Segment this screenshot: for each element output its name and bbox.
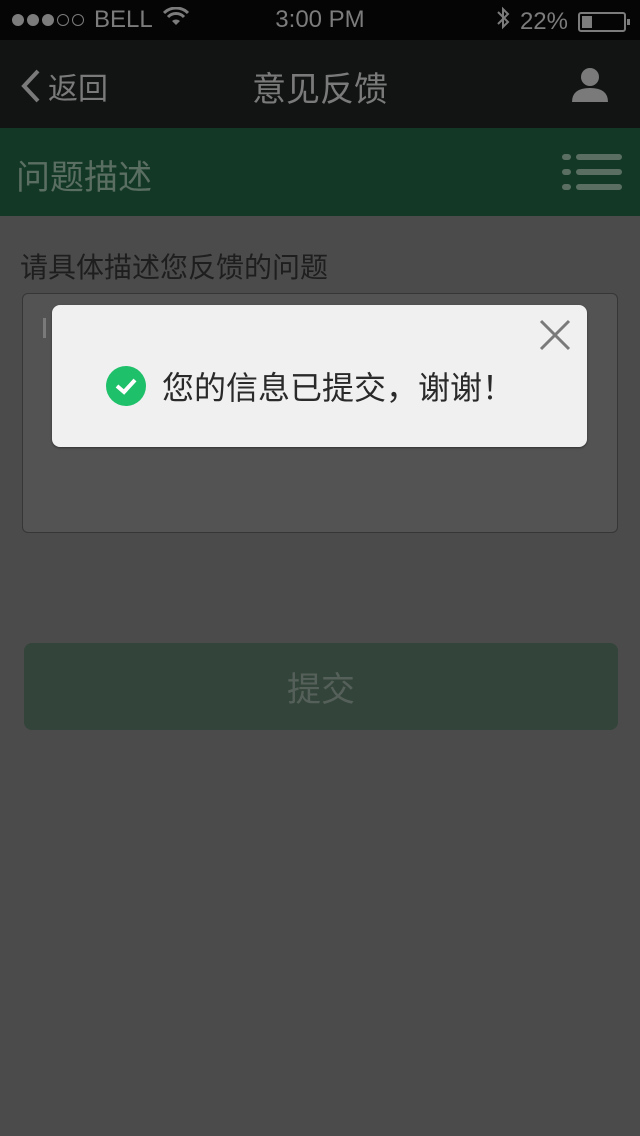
text-cursor <box>43 318 46 338</box>
list-menu-icon[interactable] <box>562 152 624 196</box>
nav-bar: 返回 意见反馈 <box>0 40 640 128</box>
status-right: 22% <box>496 6 630 37</box>
check-circle-icon <box>106 366 146 406</box>
status-bar: BELL 3:00 PM 22% <box>0 0 640 40</box>
feedback-prompt: 请具体描述您反馈的问题 <box>20 251 329 284</box>
success-message: 您的信息已提交，谢谢！ <box>162 369 515 407</box>
section-title: 问题描述 <box>16 158 152 198</box>
submit-button[interactable]: 提交 <box>24 643 618 730</box>
battery-percent: 22% <box>519 7 568 35</box>
page-title: 意见反馈 <box>252 70 388 110</box>
section-header: 问题描述 <box>0 128 640 216</box>
battery-icon <box>578 11 630 32</box>
success-message-row: 您的信息已提交，谢谢！ <box>106 363 514 409</box>
close-icon[interactable] <box>539 319 571 351</box>
bluetooth-icon <box>496 6 510 37</box>
user-profile-icon[interactable] <box>570 64 610 108</box>
success-dialog: 您的信息已提交，谢谢！ <box>52 305 587 447</box>
